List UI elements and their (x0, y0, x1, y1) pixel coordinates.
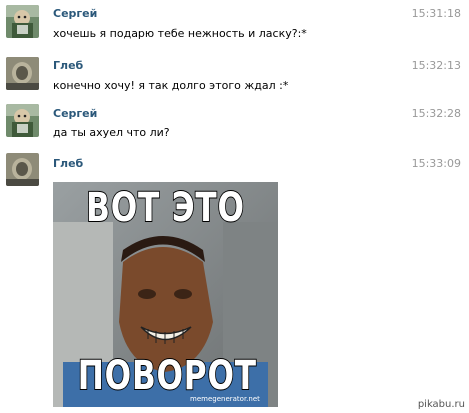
author-name[interactable]: Сергей (53, 7, 97, 20)
meme-top-text: ВОТ ЭТО (85, 184, 245, 232)
avatar-gleb[interactable] (6, 57, 39, 90)
author-name[interactable]: Глеб (53, 59, 83, 72)
avatar-sergey[interactable] (6, 104, 39, 137)
message-time: 15:32:13 (411, 59, 461, 72)
meme-bottom-text: ПОВОРОТ (77, 352, 257, 400)
message-text: да ты ахуел что ли? (53, 126, 170, 139)
watermark: pikabu.ru (417, 399, 465, 410)
avatar-sergey[interactable] (6, 5, 39, 38)
message-text: конечно хочу! я так долго этого ждал :* (53, 79, 289, 92)
message-text: хочешь я подарю тебе нежность и ласку?:* (53, 27, 307, 40)
message-time: 15:31:18 (411, 7, 461, 20)
meme-credit: memegenerator.net (190, 395, 260, 403)
avatar-gleb[interactable] (6, 153, 39, 186)
author-name[interactable]: Сергей (53, 107, 97, 120)
message-time: 15:32:28 (411, 107, 461, 120)
message-time: 15:33:09 (411, 157, 461, 170)
author-name[interactable]: Глеб (53, 157, 83, 170)
